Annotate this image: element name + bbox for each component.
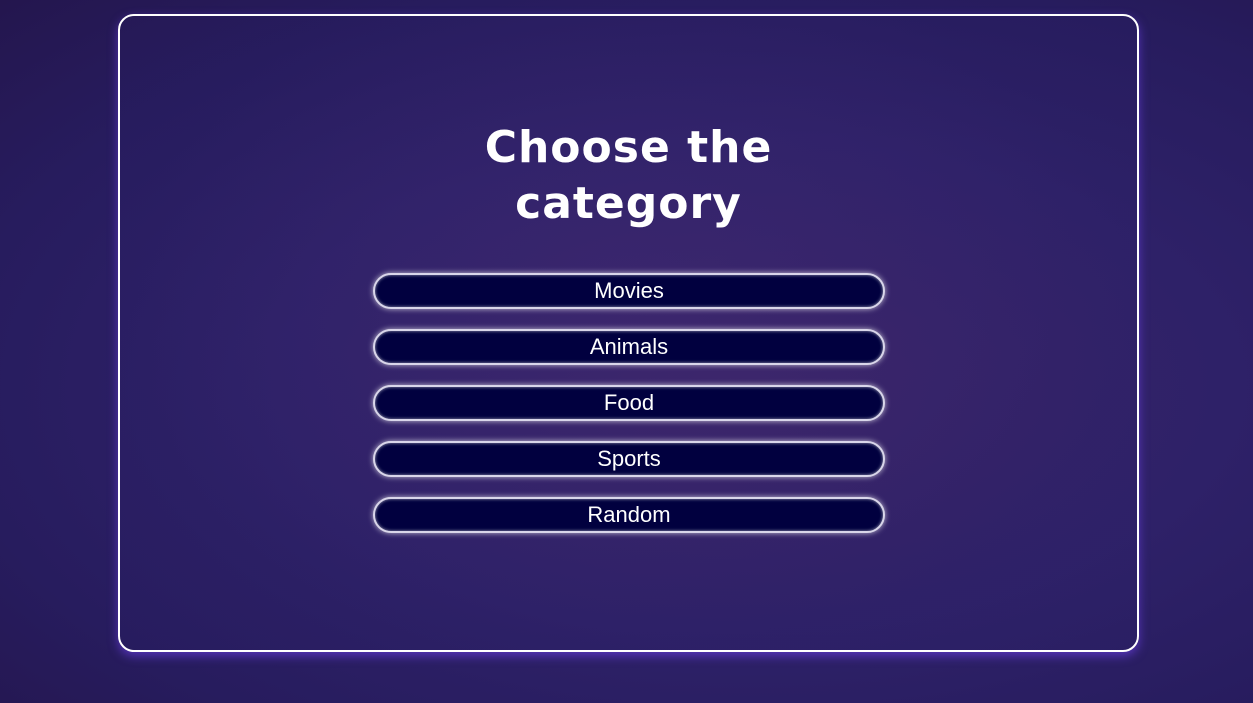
category-button-sports[interactable]: Sports (373, 441, 885, 477)
category-button-food[interactable]: Food (373, 385, 885, 421)
page-title-line-1: Choose the (484, 122, 773, 173)
category-menu: Movies Animals Food Sports Random (373, 273, 885, 533)
page-title: Choose the category (120, 120, 1137, 232)
category-button-animals[interactable]: Animals (373, 329, 885, 365)
category-button-movies[interactable]: Movies (373, 273, 885, 309)
category-panel: Choose the category Movies Animals Food … (118, 14, 1139, 652)
page-title-line-2: category (515, 178, 742, 229)
category-button-random[interactable]: Random (373, 497, 885, 533)
